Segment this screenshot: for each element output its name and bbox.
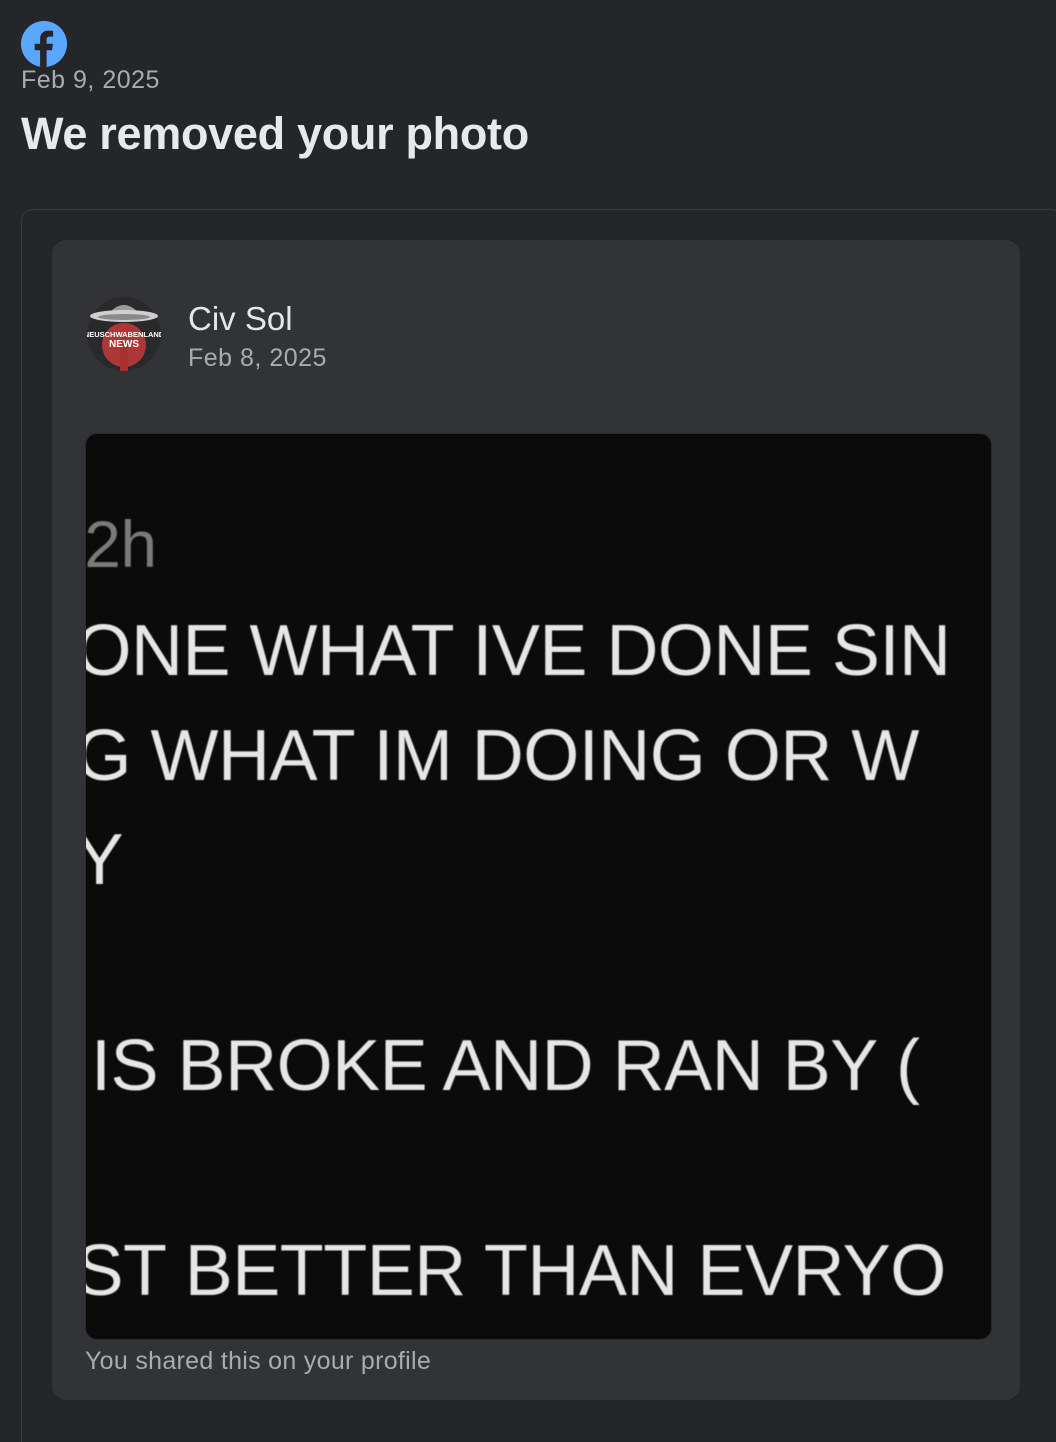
photo-text-line: DONE WHAT IVE DONE SIN <box>85 611 951 691</box>
ufo-news-logo-icon: NEUSCHWABENLAND NEWS <box>87 297 161 371</box>
notification-title: We removed your photo <box>21 108 529 159</box>
photo-text-line: HY <box>86 819 124 901</box>
photo-text-line: NG WHAT IM DOING OR W <box>85 716 919 796</box>
photo-text-line: S IS BROKE AND RAN BY ( <box>85 1026 920 1106</box>
notification-date: Feb 9, 2025 <box>21 66 160 94</box>
post-date[interactable]: Feb 8, 2025 <box>188 344 327 373</box>
facebook-icon <box>21 21 67 67</box>
svg-text:NEUSCHWABENLAND: NEUSCHWABENLAND <box>87 330 161 339</box>
notification-page: Feb 9, 2025 We removed your photo NEUSCH… <box>0 0 1056 1442</box>
photo-text-line: UST BETTER THAN EVRYO <box>85 1231 946 1311</box>
svg-text:NEWS: NEWS <box>109 339 139 350</box>
removed-photo[interactable]: 12h DONE WHAT IVE DONE SIN NG WHAT IM DO… <box>85 433 992 1340</box>
share-caption: You shared this on your profile <box>85 1347 432 1375</box>
photo-timestamp: 12h <box>85 507 157 581</box>
author-name[interactable]: Civ Sol <box>188 300 293 338</box>
avatar[interactable]: NEUSCHWABENLAND NEWS <box>87 295 161 373</box>
